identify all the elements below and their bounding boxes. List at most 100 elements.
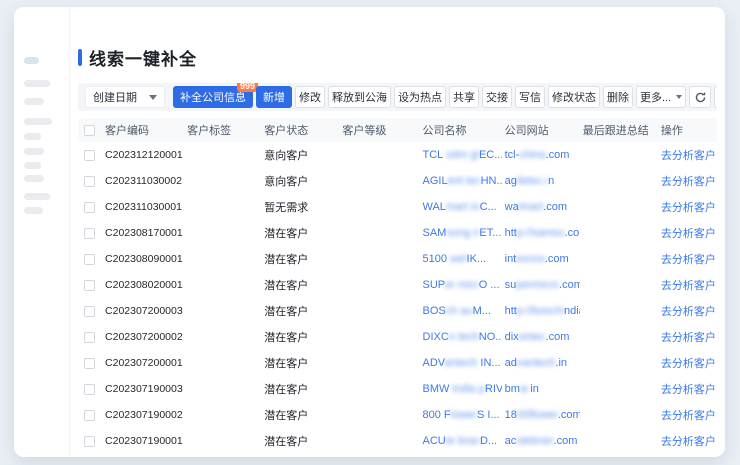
analyze-customer-link[interactable]: 去分析客户 [658, 272, 717, 298]
sidebar-skeleton-item[interactable] [24, 148, 44, 155]
row-checkbox[interactable] [84, 332, 95, 343]
sidebar-skeleton-item[interactable] [24, 162, 41, 169]
company-name-link[interactable]: BMW india pRIV... [420, 376, 502, 402]
followup-summary-cell [580, 246, 658, 272]
sidebar-skeleton-item[interactable] [24, 98, 44, 105]
company-name-link[interactable]: SUPer micrO ... [420, 272, 502, 298]
toolbar-action-button-7[interactable]: 删除 [603, 86, 633, 108]
toolbar-action-button-0[interactable]: 修改 [295, 86, 325, 108]
analyze-customer-link[interactable]: 去分析客户 [658, 142, 717, 168]
customer-code-cell: C202307190003 [102, 376, 184, 402]
link-text: .com [545, 253, 569, 265]
analyze-customer-link[interactable]: 去分析客户 [658, 376, 717, 402]
sidebar-skeleton-item[interactable] [24, 193, 50, 200]
toolbar-action-button-3[interactable]: 共享 [449, 86, 479, 108]
select-all-checkbox[interactable] [84, 125, 95, 136]
row-checkbox[interactable] [84, 254, 95, 265]
toolbar-action-button-1[interactable]: 释放到公海 [328, 86, 391, 108]
analyze-customer-link[interactable]: 去分析客户 [658, 194, 717, 220]
customer-code-cell: C202307200003 [102, 298, 184, 324]
table-row: C202308090001潜在客户5100 welIK...intexnov.c… [78, 246, 717, 272]
sidebar-skeleton-item[interactable] [24, 57, 39, 64]
company-name-link[interactable]: AGILent tecHN... [420, 168, 502, 194]
analyze-customer-link[interactable]: 去分析客户 [658, 402, 717, 428]
complete-company-info-button[interactable]: 补全公司信息999 [173, 86, 253, 108]
more-button[interactable]: 更多... [636, 86, 686, 108]
company-website-link[interactable]: acutebran.com [502, 428, 580, 454]
company-name-link[interactable]: ACUte branD... [420, 428, 502, 454]
analyze-customer-link[interactable]: 去分析客户 [658, 220, 717, 246]
row-checkbox-cell [78, 194, 102, 220]
followup-summary-cell [580, 350, 658, 376]
row-checkbox[interactable] [84, 280, 95, 291]
company-name-link[interactable]: WALmart inC... [420, 194, 502, 220]
customer-tag-cell [184, 142, 261, 168]
company-name-link[interactable]: TCL odm glEC... [420, 142, 502, 168]
row-checkbox[interactable] [84, 306, 95, 317]
company-website-link[interactable]: tcl-china.com [502, 142, 580, 168]
customer-tag-cell [184, 194, 261, 220]
link-text: SUP [423, 279, 446, 291]
followup-summary-cell [580, 194, 658, 220]
table-body: C202312120001意向客户TCL odm glEC...tcl-chin… [78, 142, 717, 454]
refresh-button[interactable] [689, 86, 711, 108]
row-checkbox[interactable] [84, 202, 95, 213]
company-website-link[interactable]: supermicro.com [502, 272, 580, 298]
link-text: IN... [480, 357, 500, 369]
company-name-link[interactable]: DIXCn techNO... [420, 324, 502, 350]
company-website-link[interactable]: advantech.in [502, 350, 580, 376]
redacted-text: lower [451, 409, 477, 421]
link-text: ndia... [564, 305, 580, 317]
company-website-link[interactable]: intexnov.com [502, 246, 580, 272]
row-checkbox[interactable] [84, 176, 95, 187]
row-checkbox[interactable] [84, 358, 95, 369]
row-checkbox[interactable] [84, 384, 95, 395]
followup-summary-cell [580, 428, 658, 454]
analyze-customer-link[interactable]: 去分析客户 [658, 246, 717, 272]
followup-summary-cell [580, 142, 658, 168]
settings-button[interactable] [714, 86, 717, 108]
company-name-link[interactable]: 800 FlowerS I... [420, 402, 502, 428]
company-website-link[interactable]: dixontec.com [502, 324, 580, 350]
analyze-customer-link[interactable]: 去分析客户 [658, 298, 717, 324]
analyze-customer-link[interactable]: 去分析客户 [658, 428, 717, 454]
sidebar-skeleton-item[interactable] [24, 133, 41, 140]
analyze-customer-link[interactable]: 去分析客户 [658, 350, 717, 376]
row-checkbox[interactable] [84, 150, 95, 161]
sidebar-skeleton-item[interactable] [24, 175, 44, 182]
page-title: 线索一键补全 [89, 45, 197, 70]
add-button[interactable]: 新增 [256, 86, 292, 108]
table-row: C202307190002潜在客户800 FlowerS I...1800flo… [78, 402, 717, 428]
toolbar-action-button-6[interactable]: 修改状态 [548, 86, 600, 108]
toolbar-action-button-4[interactable]: 交接 [482, 86, 512, 108]
row-checkbox[interactable] [84, 436, 95, 447]
sidebar-skeleton-item[interactable] [24, 207, 43, 214]
row-checkbox-cell [78, 246, 102, 272]
company-website-link[interactable]: 1800flower.com [502, 402, 580, 428]
company-name-link[interactable]: BOSch auM... [420, 298, 502, 324]
main-content: 线索一键补全 创建日期 补全公司信息999新增修改释放到公海设为热点共享交接写信… [70, 7, 725, 457]
toolbar-action-button-5[interactable]: 写信 [515, 86, 545, 108]
redacted-text: ontec [519, 331, 546, 343]
company-website-link[interactable]: bmw.in [502, 376, 580, 402]
sidebar-skeleton-item[interactable] [24, 118, 52, 125]
company-website-link[interactable]: http://samsu.com [502, 220, 580, 246]
sidebar-skeleton-item[interactable] [24, 80, 50, 87]
row-checkbox[interactable] [84, 228, 95, 239]
company-website-link[interactable]: http://boschindia... [502, 298, 580, 324]
customer-tag-cell [184, 428, 261, 454]
toolbar-action-button-2[interactable]: 设为热点 [394, 86, 446, 108]
link-text: ADV [423, 357, 445, 369]
company-website-link[interactable]: agiletec.in [502, 168, 580, 194]
company-name-link[interactable]: 5100 welIK... [420, 246, 502, 272]
company-name-link[interactable]: SAMsung nET... [420, 220, 502, 246]
link-text: D... [480, 435, 497, 447]
analyze-customer-link[interactable]: 去分析客户 [658, 168, 717, 194]
row-checkbox[interactable] [84, 410, 95, 421]
date-filter-select[interactable]: 创建日期 [85, 86, 165, 108]
company-website-link[interactable]: walmart.com [502, 194, 580, 220]
analyze-customer-link[interactable]: 去分析客户 [658, 324, 717, 350]
redacted-text: china [519, 149, 545, 161]
customer-status-cell: 意向客户 [261, 168, 339, 194]
company-name-link[interactable]: ADVantech IN... [420, 350, 502, 376]
